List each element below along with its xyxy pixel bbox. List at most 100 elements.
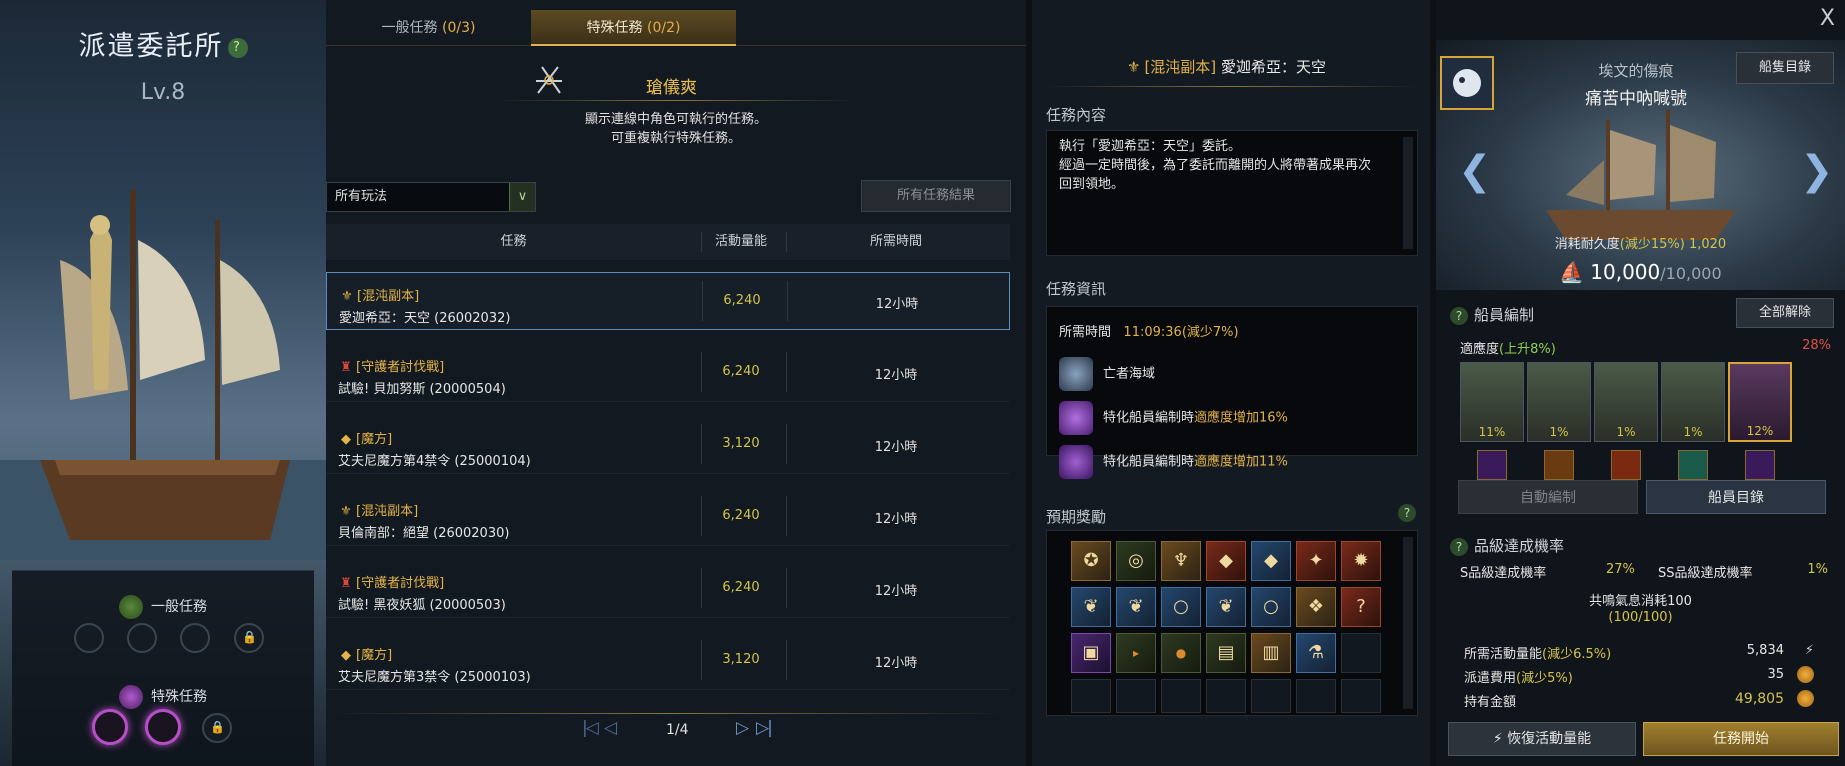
col-time: 所需時間 xyxy=(869,234,922,249)
character-description: 顯示連線中角色可執行的任務。 可重複執行特殊任務。 xyxy=(584,112,767,146)
reward-item[interactable]: ✪ xyxy=(1071,541,1111,581)
reward-slot-empty xyxy=(1251,679,1291,713)
table-row[interactable]: ⚜ [混沌副本] 貝倫南部：絕望 (26002030) 6,240 12小時 xyxy=(326,488,1010,546)
trait-ghost-icon xyxy=(1745,450,1775,480)
gem-red-icon: ◆ xyxy=(1219,550,1233,571)
mystery-item-icon: ? xyxy=(1356,596,1366,617)
ship-list-button[interactable]: 船隻目錄 xyxy=(1736,52,1834,84)
first-page-icon[interactable]: |◁ xyxy=(582,718,599,738)
character-header: 瑲儀爽 顯示連線中角色可執行的任務。 可重複執行特殊任務。 xyxy=(326,60,1026,170)
col-task: 任務 xyxy=(500,234,527,249)
guardian-icon: ♜ xyxy=(340,576,352,591)
durability-value: ⛵ 10,000/10,000 xyxy=(1559,260,1722,284)
row-energy: 3,120 xyxy=(722,652,760,667)
task-tabs: 一般任務 (0/3) 特殊任務 (0/2) xyxy=(326,10,1026,46)
auto-assign-button[interactable]: 自動編制 xyxy=(1458,480,1638,514)
row-category: ⚜ [混沌副本] xyxy=(339,285,419,304)
book-icon: ▣ xyxy=(1082,642,1100,663)
crew-member-card[interactable]: 12% xyxy=(1728,362,1792,442)
row-energy: 6,240 xyxy=(723,293,761,308)
table-row[interactable]: ♜ [守護者討伐戰] 試驗! 貝加努斯 (20000504) 6,240 12小時 xyxy=(326,344,1010,402)
earring-icon: ❦ xyxy=(1083,596,1099,617)
detail-title: ⚜ [混沌副本] 愛迦希亞：天空 xyxy=(1127,58,1326,76)
chest-icon: ▥ xyxy=(1262,642,1280,663)
help-icon[interactable]: ? xyxy=(1450,307,1468,325)
general-task-slot[interactable] xyxy=(180,623,210,653)
reward-item[interactable]: ▥ xyxy=(1251,633,1291,673)
close-icon[interactable]: X xyxy=(1820,6,1835,31)
reward-item[interactable]: ? xyxy=(1341,587,1381,627)
treasure-icon: ❖ xyxy=(1307,596,1325,617)
reward-item[interactable]: ❦ xyxy=(1206,587,1246,627)
gold-owned-line: 持有金額 49,805 xyxy=(1464,690,1824,710)
table-row[interactable]: ⚜ [混沌副本] 愛迦希亞：天空 (26002032) 6,240 12小時 xyxy=(326,272,1010,330)
reward-item[interactable]: ◎ xyxy=(1116,541,1156,581)
general-task-slot[interactable] xyxy=(127,623,157,653)
scrollbar[interactable] xyxy=(1403,537,1413,709)
special-task-label: 特殊任務 xyxy=(151,689,207,705)
tab-general-tasks[interactable]: 一般任務 (0/3) xyxy=(326,10,531,46)
help-icon[interactable]: ? xyxy=(227,37,248,58)
task-content-box: 執行「愛迦希亞：天空」委託。 經過一定時間後，為了委託而離開的人將帶著成果再次 … xyxy=(1046,130,1418,256)
table-row[interactable]: ◆ [魔方] 艾夫尼魔方第4禁令 (25000104) 3,120 12小時 xyxy=(326,416,1010,474)
reward-item[interactable]: ● xyxy=(1161,633,1201,673)
reward-item[interactable]: ▣ xyxy=(1071,633,1111,673)
class-emblem-icon xyxy=(536,66,562,94)
earring-icon: ❦ xyxy=(1218,596,1234,617)
special-task-icon xyxy=(119,685,143,709)
table-row[interactable]: ♜ [守護者討伐戰] 試驗! 黑夜妖狐 (20000503) 6,240 12小時 xyxy=(326,560,1010,618)
reward-item[interactable]: ○ xyxy=(1251,587,1291,627)
table-row[interactable]: ◆ [魔方] 艾夫尼魔方第3禁令 (25000103) 3,120 12小時 xyxy=(326,632,1010,690)
reward-slot-empty xyxy=(1341,633,1381,673)
reward-item[interactable]: ⚗ xyxy=(1296,633,1336,673)
mode-filter-dropdown[interactable]: 所有玩法 ∨ xyxy=(326,182,536,212)
reward-item[interactable]: ▸ xyxy=(1116,633,1156,673)
next-page-icon[interactable]: ▷ xyxy=(736,718,749,738)
reward-item[interactable]: ❖ xyxy=(1296,587,1336,627)
help-icon[interactable]: ? xyxy=(1398,504,1416,522)
last-page-icon[interactable]: ▷| xyxy=(756,718,773,738)
unassign-all-button[interactable]: 全部解除 xyxy=(1736,298,1834,328)
general-task-slot[interactable] xyxy=(74,623,104,653)
crew-list-button[interactable]: 船員目錄 xyxy=(1646,480,1826,514)
crew-member-card[interactable]: 1% xyxy=(1527,362,1591,442)
trait-slash-icon xyxy=(1544,450,1574,480)
crew-member-card[interactable]: 11% xyxy=(1460,362,1524,442)
gold-coin-icon xyxy=(1797,666,1814,683)
reward-item[interactable]: ○ xyxy=(1161,587,1201,627)
row-name: 艾夫尼魔方第3禁令 (25000103) xyxy=(338,670,531,685)
reward-item[interactable]: ◆ xyxy=(1206,541,1246,581)
earring-icon: ❦ xyxy=(1128,596,1144,617)
reward-item[interactable]: ❦ xyxy=(1116,587,1156,627)
all-task-results-button[interactable]: 所有任務結果 xyxy=(861,180,1011,212)
prev-page-icon[interactable]: ◁ xyxy=(604,718,617,738)
ring-icon: ○ xyxy=(1173,596,1189,617)
orb-token-icon: ● xyxy=(1175,646,1187,660)
prev-ship-arrow-icon[interactable]: ❮ xyxy=(1458,148,1492,194)
special-task-slot[interactable] xyxy=(92,709,128,745)
scrollbar[interactable] xyxy=(1403,137,1413,249)
reward-slot-empty xyxy=(1206,679,1246,713)
start-task-button[interactable]: 任務開始 xyxy=(1643,722,1839,756)
next-ship-arrow-icon[interactable]: ❯ xyxy=(1800,148,1834,194)
ring-icon: ○ xyxy=(1263,596,1279,617)
ship-name: 痛苦中吶喊號 xyxy=(1585,89,1687,109)
tab-special-tasks[interactable]: 特殊任務 (0/2) xyxy=(531,10,736,46)
reward-item[interactable]: ◆ xyxy=(1251,541,1291,581)
energy-icon: ⚡ xyxy=(1804,643,1814,658)
reward-item[interactable]: ♆ xyxy=(1161,541,1201,581)
help-icon[interactable]: ? xyxy=(1450,538,1468,556)
specialization-icon xyxy=(1059,401,1093,435)
arrow-token-icon: ▸ xyxy=(1132,646,1140,660)
restore-energy-button[interactable]: ⚡ 恢復活動量能 xyxy=(1448,722,1636,756)
crew-header: ? 船員編制 xyxy=(1450,304,1534,325)
crew-member-card[interactable]: 1% xyxy=(1661,362,1725,442)
special-task-slot[interactable] xyxy=(145,709,181,745)
reward-item[interactable]: ✦ xyxy=(1296,541,1336,581)
ship-subtitle: 埃文的傷痕 xyxy=(1598,62,1674,80)
reward-item[interactable]: ▤ xyxy=(1206,633,1246,673)
chevron-down-icon[interactable]: ∨ xyxy=(509,183,535,211)
reward-item[interactable]: ❦ xyxy=(1071,587,1111,627)
reward-item[interactable]: ✹ xyxy=(1341,541,1381,581)
crew-member-card[interactable]: 1% xyxy=(1594,362,1658,442)
